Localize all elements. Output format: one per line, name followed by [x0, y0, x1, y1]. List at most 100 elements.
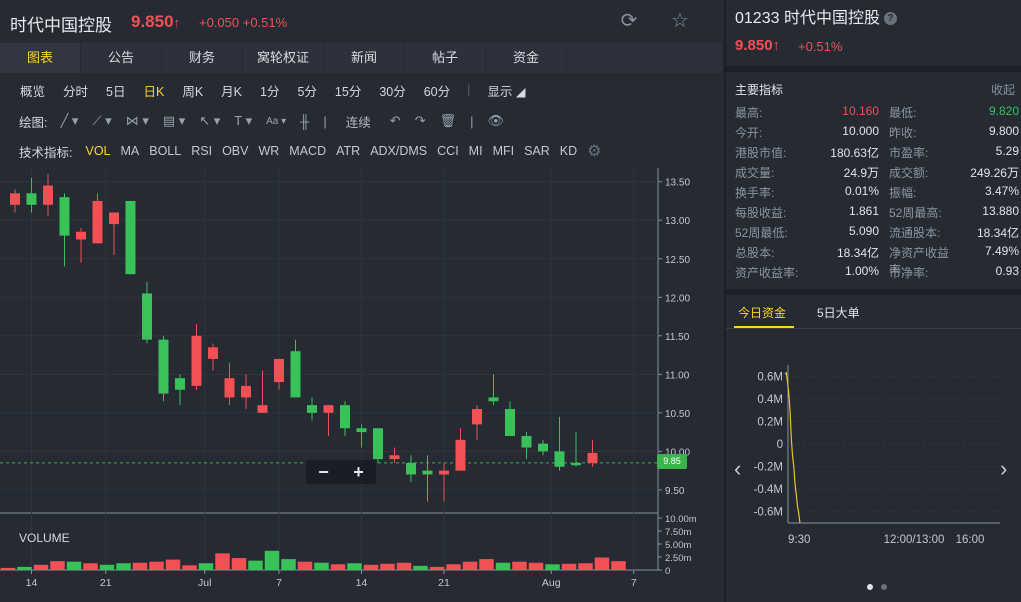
draw-label: 绘图:: [19, 115, 48, 130]
candle-body: [455, 439, 466, 471]
tab-warrants[interactable]: 窝轮权证: [243, 43, 323, 73]
indicator-cci[interactable]: CCI: [432, 144, 464, 158]
stock-change: +0.050 +0.51%: [199, 15, 288, 30]
indicator-vol[interactable]: VOL: [80, 144, 115, 158]
indicator-adx[interactable]: ADX/DMS: [365, 144, 432, 158]
tab-today-funds[interactable]: 今日资金: [738, 304, 786, 321]
indicator-row: 每股收益: 1.861 52周最高: 13.880: [735, 204, 1021, 224]
indicator-key: 最低:: [889, 106, 917, 120]
indicator-sar[interactable]: SAR: [519, 144, 555, 158]
period-weekly-k[interactable]: 周K: [173, 81, 212, 100]
volume-bar: [132, 562, 148, 570]
indicator-boll[interactable]: BOLL: [144, 144, 186, 158]
stock-price: 9.850↑: [131, 12, 181, 31]
volume-bar: [561, 563, 577, 570]
redo-icon[interactable]: ↷: [408, 113, 433, 129]
indicator-key: 港股市值:: [735, 146, 787, 160]
x-tick-label: 21: [100, 577, 112, 589]
zoom-control: − +: [306, 460, 376, 484]
star-icon[interactable]: ☆: [669, 10, 691, 32]
period-5min[interactable]: 5分: [288, 81, 325, 100]
volume-bar: [380, 563, 395, 570]
period-5day[interactable]: 5日: [97, 81, 134, 100]
key-indicators-table: 最高: 10.160 最低: 9.820 今开: 10.000 昨收: 9.800 港股市值: 1…: [735, 104, 1021, 284]
indicator-macd[interactable]: MACD: [284, 144, 331, 158]
tab-posts[interactable]: 帖子: [405, 43, 485, 73]
undo-icon[interactable]: ↶: [383, 113, 408, 129]
tab-chart[interactable]: 图表: [0, 43, 80, 73]
active-tab-indicator: [734, 326, 794, 328]
vol-y-tick-label: 2.50m: [665, 553, 691, 564]
fund-x-tick-label: 16:00: [956, 534, 985, 546]
zoom-in-button[interactable]: +: [341, 460, 376, 484]
fib-tool-icon[interactable]: ▤ ▾: [156, 113, 192, 129]
volume-bar: [462, 561, 478, 570]
candle-tool-icon[interactable]: ╫: [293, 114, 316, 129]
period-daily-k[interactable]: 日K: [134, 81, 173, 100]
help-icon[interactable]: ?: [883, 12, 897, 26]
indicator-value: 18.34亿: [976, 226, 1019, 240]
tab-announcements[interactable]: 公告: [81, 43, 161, 73]
trash-icon[interactable]: 🗑: [433, 113, 464, 129]
continuous-toggle[interactable]: 连续: [334, 112, 383, 131]
candlestick-chart[interactable]: 13.50 13.00 12.50 12.00 11.50 11.00 10.50 10.00…: [0, 168, 722, 602]
indicator-wr[interactable]: WR: [253, 144, 284, 158]
indicator-value: 10.160: [842, 104, 879, 118]
indicator-value: 5.090: [848, 224, 879, 238]
next-chevron-icon[interactable]: ›: [1000, 456, 1007, 482]
page-dot-1[interactable]: [867, 584, 873, 590]
channel-tool-icon[interactable]: ⋈ ▾: [119, 113, 156, 129]
settings-gear-icon[interactable]: ⚙: [582, 141, 606, 161]
period-30min[interactable]: 30分: [370, 81, 414, 100]
eye-icon[interactable]: 👁: [481, 113, 512, 129]
indicator-kd[interactable]: KD: [555, 144, 582, 158]
indicator-mfi[interactable]: MFI: [488, 144, 520, 158]
tab-news[interactable]: 新闻: [324, 43, 404, 73]
fund-y-tick-label: 0.6M: [757, 371, 783, 383]
period-monthly-k[interactable]: 月K: [212, 81, 251, 100]
line-tool-icon[interactable]: ╱ ▾: [53, 113, 85, 129]
fund-y-tick-label: 0.2M: [757, 416, 783, 428]
volume-bar: [17, 566, 32, 570]
collapse-button[interactable]: 收起: [991, 81, 1015, 98]
candle-body: [422, 470, 433, 475]
zoom-out-button[interactable]: −: [306, 460, 341, 484]
x-tick-label: 7: [631, 577, 637, 589]
indicator-row: 成交量: 24.9万 成交额: 249.26万: [735, 164, 1021, 184]
display-dropdown[interactable]: 显示 ◢: [478, 81, 534, 100]
tab-5day-orders[interactable]: 5日大单: [817, 304, 860, 321]
x-tick-label: Jul: [198, 577, 211, 589]
page-dot-2[interactable]: [881, 584, 887, 590]
volume-label: VOLUME: [19, 531, 70, 545]
indicator-ma[interactable]: MA: [116, 144, 145, 158]
ray-tool-icon[interactable]: ⟋ ▾: [85, 113, 118, 129]
indicator-rsi[interactable]: RSI: [186, 144, 217, 158]
tab-finance[interactable]: 财务: [162, 43, 242, 73]
arrow-tool-icon[interactable]: ↖ ▾: [192, 113, 227, 129]
candle-body: [340, 405, 350, 429]
period-60min[interactable]: 60分: [415, 81, 459, 100]
key-indicators-title: 主要指标: [735, 83, 784, 97]
refresh-icon[interactable]: ⟳: [618, 10, 640, 32]
text-tool-icon[interactable]: T ▾: [227, 113, 259, 129]
indicator-value: 13.880: [982, 204, 1019, 218]
period-1min[interactable]: 1分: [251, 81, 288, 100]
font-tool-icon[interactable]: Aa ▾: [259, 116, 293, 127]
period-intraday[interactable]: 分时: [54, 81, 97, 100]
indicator-atr[interactable]: ATR: [331, 144, 365, 158]
candle-body: [76, 231, 86, 240]
chart-panel: 时代中国控股 9.850↑ +0.050 +0.51% ⟳ ☆ 图表 公告 财务…: [0, 0, 722, 602]
indicator-obv[interactable]: OBV: [217, 144, 253, 158]
period-overview[interactable]: 概览: [11, 81, 54, 100]
volume-bar: [149, 561, 164, 570]
indicator-mi[interactable]: MI: [464, 144, 488, 158]
y-tick-label: 13.00: [665, 216, 690, 227]
volume-bar: [413, 565, 428, 570]
tab-funds[interactable]: 资金: [486, 43, 566, 73]
last-price-tag: 9.85: [657, 454, 687, 469]
prev-chevron-icon[interactable]: ‹: [734, 456, 741, 482]
volume-bar: [330, 564, 346, 570]
period-15min[interactable]: 15分: [326, 81, 370, 100]
panel-stock-title: 01233 时代中国控股?: [735, 4, 897, 28]
panel-divider-2: [726, 289, 1021, 295]
